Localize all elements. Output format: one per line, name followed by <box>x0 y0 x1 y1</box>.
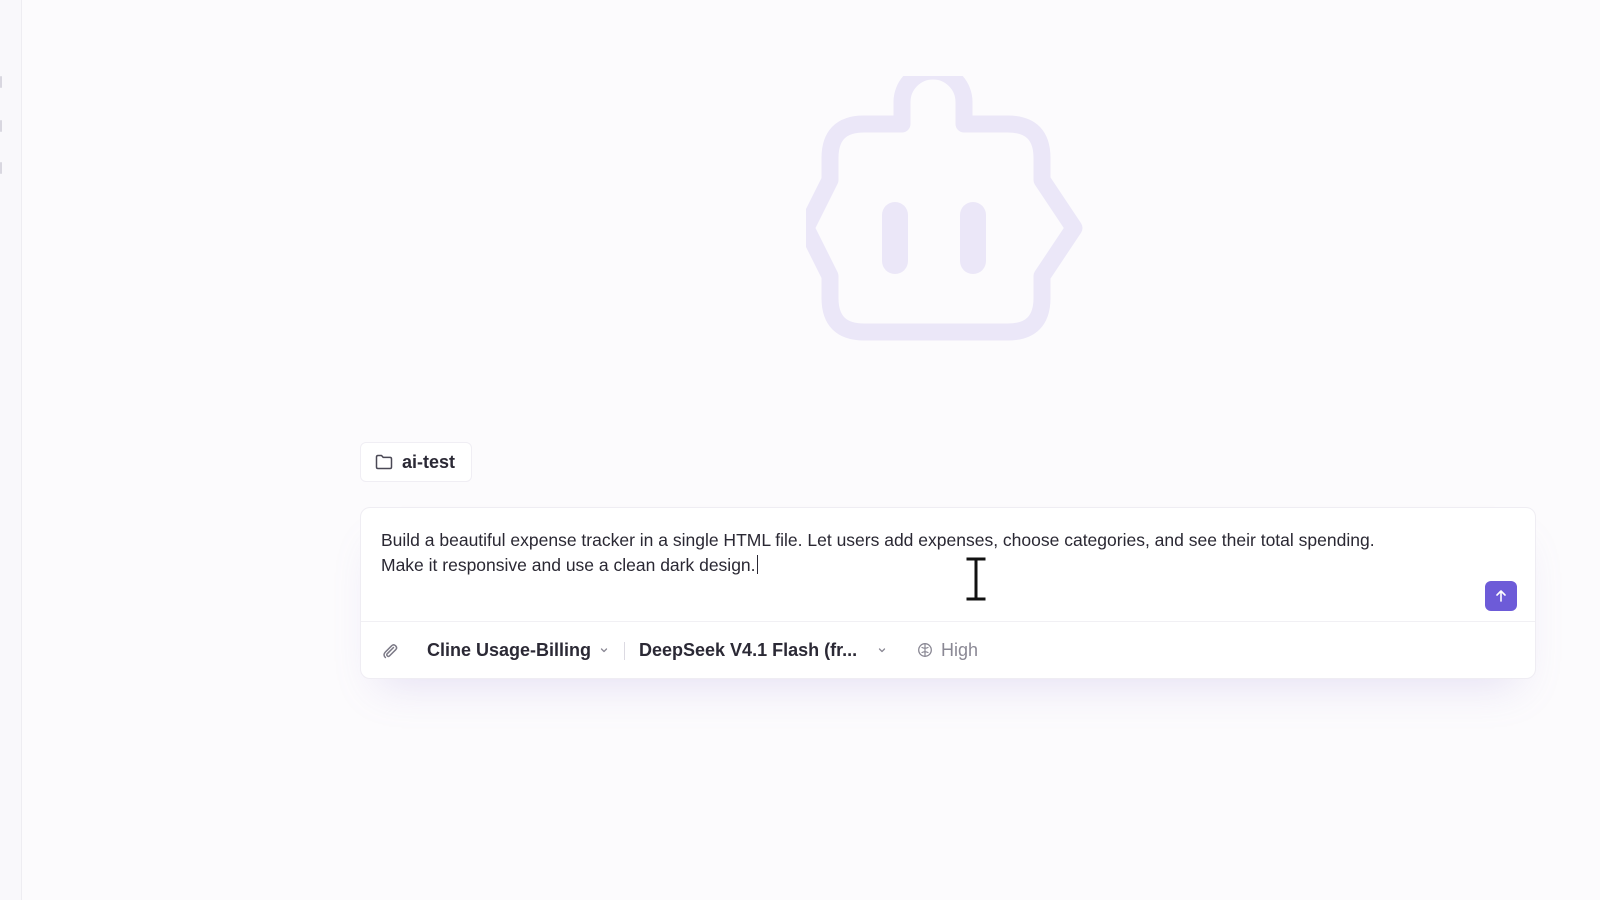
prompt-input[interactable]: Build a beautiful expense tracker in a s… <box>381 528 1471 578</box>
chevron-down-icon <box>878 648 886 653</box>
rail-marker[interactable] <box>0 76 2 88</box>
model-selector[interactable]: DeepSeek V4.1 Flash (fr... <box>639 636 887 664</box>
paperclip-icon <box>383 644 398 659</box>
left-rail <box>0 0 22 900</box>
effort-label: High <box>941 639 979 660</box>
toolbar-separator <box>624 642 625 660</box>
workspace-folder-name: ai-test <box>402 451 456 472</box>
rail-marker[interactable] <box>0 162 2 174</box>
workspace-folder-chip[interactable]: ai-test <box>360 442 473 482</box>
attach-button[interactable] <box>379 640 401 662</box>
model-label: DeepSeek V4.1 Flash (fr... <box>639 639 858 660</box>
chevron-down-icon <box>600 648 608 653</box>
prompt-text: Build a beautiful expense tracker in a s… <box>381 530 1375 575</box>
prompt-composer: Build a beautiful expense tracker in a s… <box>360 507 1536 679</box>
arrow-up-icon <box>1496 590 1506 602</box>
text-cursor-icon <box>965 556 987 602</box>
text-caret <box>756 555 759 574</box>
account-selector[interactable]: Cline Usage-Billing <box>427 636 609 664</box>
rail-marker[interactable] <box>0 120 2 132</box>
folder-icon <box>375 454 393 470</box>
composer-toolbar: Cline Usage-Billing DeepSeek V4.1 Flash … <box>361 622 1535 679</box>
robot-mascot-icon <box>806 76 1083 341</box>
effort-selector[interactable]: High <box>917 636 978 664</box>
brain-icon <box>918 643 932 657</box>
send-button[interactable] <box>1485 581 1517 611</box>
account-label: Cline Usage-Billing <box>427 639 592 660</box>
